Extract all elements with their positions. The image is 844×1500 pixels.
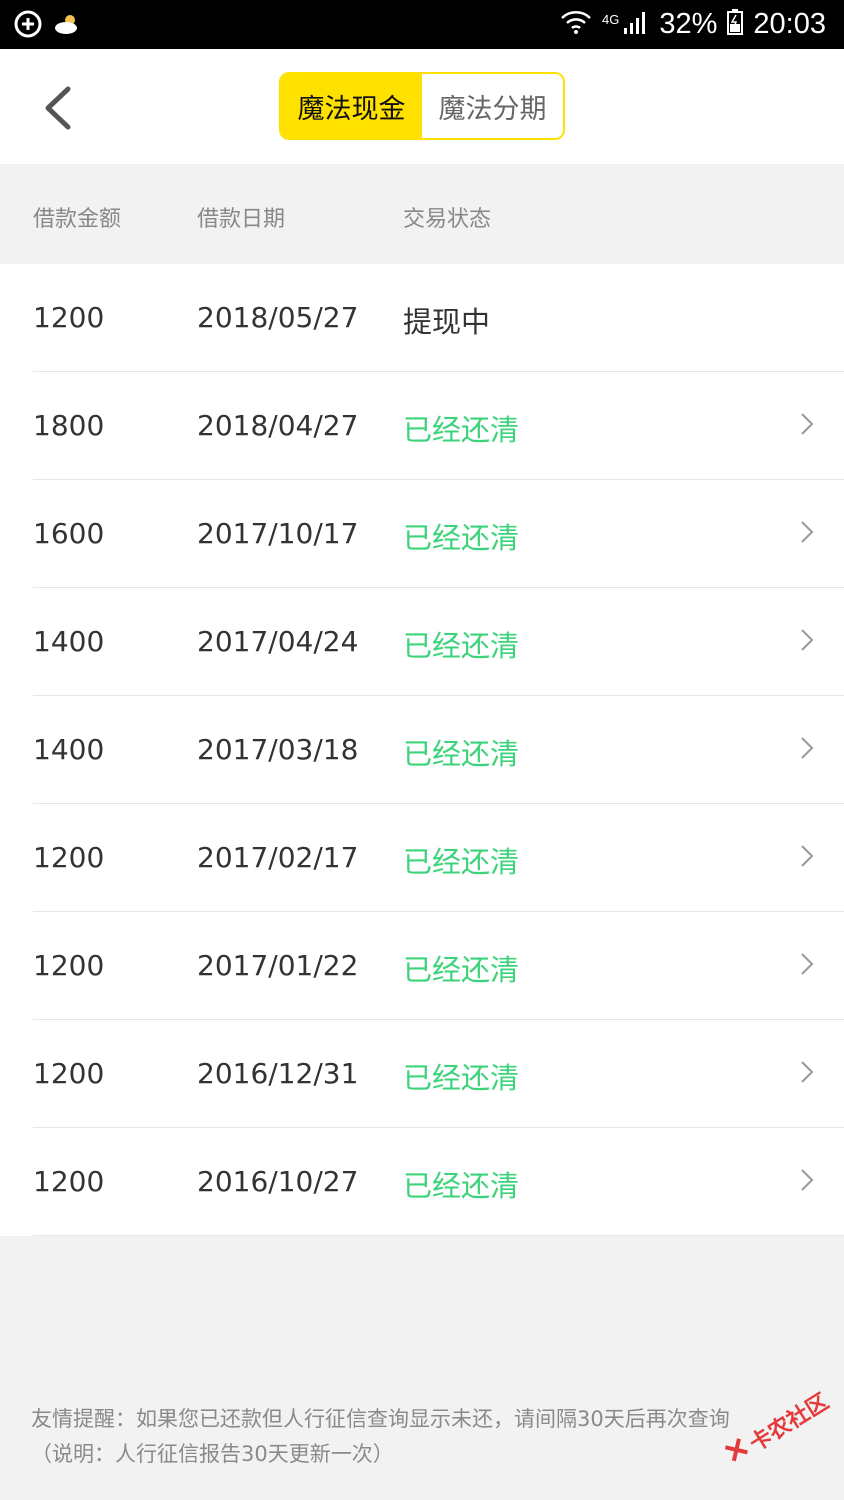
loan-status: 已经还清 [403, 1061, 520, 1095]
loan-date: 2018/05/27 [197, 301, 359, 334]
loan-amount: 1600 [33, 517, 105, 550]
loan-date: 2017/01/22 [197, 949, 359, 982]
chevron-right-icon [800, 844, 814, 868]
column-status: 交易状态 [403, 207, 492, 232]
loan-row[interactable]: 1200 2017/02/17 已经还清 [33, 804, 844, 912]
column-date: 借款日期 [197, 207, 286, 232]
loan-amount: 1200 [33, 949, 105, 982]
loan-row[interactable]: 1600 2017/10/17 已经还清 [33, 480, 844, 588]
loan-date: 2016/10/27 [197, 1165, 359, 1198]
loan-status: 已经还清 [403, 845, 520, 879]
loan-row[interactable]: 1800 2018/04/27 已经还清 [33, 372, 844, 480]
tab-magic-installment[interactable]: 魔法分期 [422, 74, 563, 138]
network-type: 4G [602, 12, 620, 27]
loan-status: 已经还清 [403, 629, 520, 663]
reminder-line-1: 友情提醒：如果您已还款但人行征信查询显示未还，请间隔30天后再次查询 [31, 1407, 730, 1431]
loan-row[interactable]: 1400 2017/04/24 已经还清 [33, 588, 844, 696]
tab-switcher: 魔法现金 魔法分期 [279, 72, 565, 140]
loan-row[interactable]: 1200 2017/01/22 已经还清 [33, 912, 844, 1020]
loan-status: 已经还清 [403, 521, 520, 555]
loan-date: 2017/02/17 [197, 841, 359, 874]
chevron-right-icon [800, 412, 814, 436]
loan-status: 提现中 [403, 305, 491, 339]
loan-date: 2018/04/27 [197, 409, 359, 442]
column-amount: 借款金额 [33, 207, 122, 232]
loan-date: 2017/03/18 [197, 733, 359, 766]
battery-icon [727, 9, 744, 40]
loan-amount: 1200 [33, 1057, 105, 1090]
loan-status: 已经还清 [403, 737, 520, 771]
loan-list: 1200 2018/05/27 提现中 1800 2018/04/27 已经还清 1600 2… [0, 264, 844, 1236]
chevron-right-icon [800, 628, 814, 652]
chevron-right-icon [800, 952, 814, 976]
back-button[interactable] [38, 83, 78, 133]
loan-amount: 1200 [33, 1165, 105, 1198]
loan-status: 已经还清 [403, 1169, 520, 1203]
loan-row[interactable]: 1400 2017/03/18 已经还清 [33, 696, 844, 804]
loan-amount: 1200 [33, 841, 105, 874]
chevron-right-icon [800, 1168, 814, 1192]
status-bar: 4G 32% 20:03 [0, 0, 844, 49]
loan-status: 已经还清 [403, 953, 520, 987]
loan-row[interactable]: 1200 2018/05/27 提现中 [33, 264, 844, 372]
tab-magic-cash[interactable]: 魔法现金 [281, 74, 422, 138]
wifi-icon [560, 9, 592, 40]
cloud-sun-icon [54, 13, 80, 39]
loan-amount: 1800 [33, 409, 105, 442]
loan-amount: 1400 [33, 625, 105, 658]
loan-date: 2017/10/17 [197, 517, 359, 550]
header: 魔法现金 魔法分期 [0, 49, 844, 164]
loan-date: 2016/12/31 [197, 1057, 359, 1090]
battery-percent: 32% [659, 8, 718, 40]
loan-row[interactable]: 1200 2016/12/31 已经还清 [33, 1020, 844, 1128]
loan-amount: 1200 [33, 301, 105, 334]
chevron-right-icon [800, 1060, 814, 1084]
column-header: 借款金额 借款日期 交易状态 [0, 164, 844, 264]
clock: 20:03 [753, 8, 826, 40]
signal-icon [623, 10, 649, 39]
chevron-right-icon [800, 736, 814, 760]
loan-date: 2017/04/24 [197, 625, 359, 658]
add-circle-icon [14, 10, 42, 42]
chevron-right-icon [800, 520, 814, 544]
reminder-line-2: （说明：人行征信报告30天更新一次） [31, 1442, 394, 1466]
reminder-notice: 友情提醒：如果您已还款但人行征信查询显示未还，请间隔30天后再次查询 （说明：人… [31, 1402, 831, 1472]
chevron-left-icon [38, 86, 78, 137]
loan-amount: 1400 [33, 733, 105, 766]
loan-row[interactable]: 1200 2016/10/27 已经还清 [33, 1128, 844, 1236]
loan-status: 已经还清 [403, 413, 520, 447]
